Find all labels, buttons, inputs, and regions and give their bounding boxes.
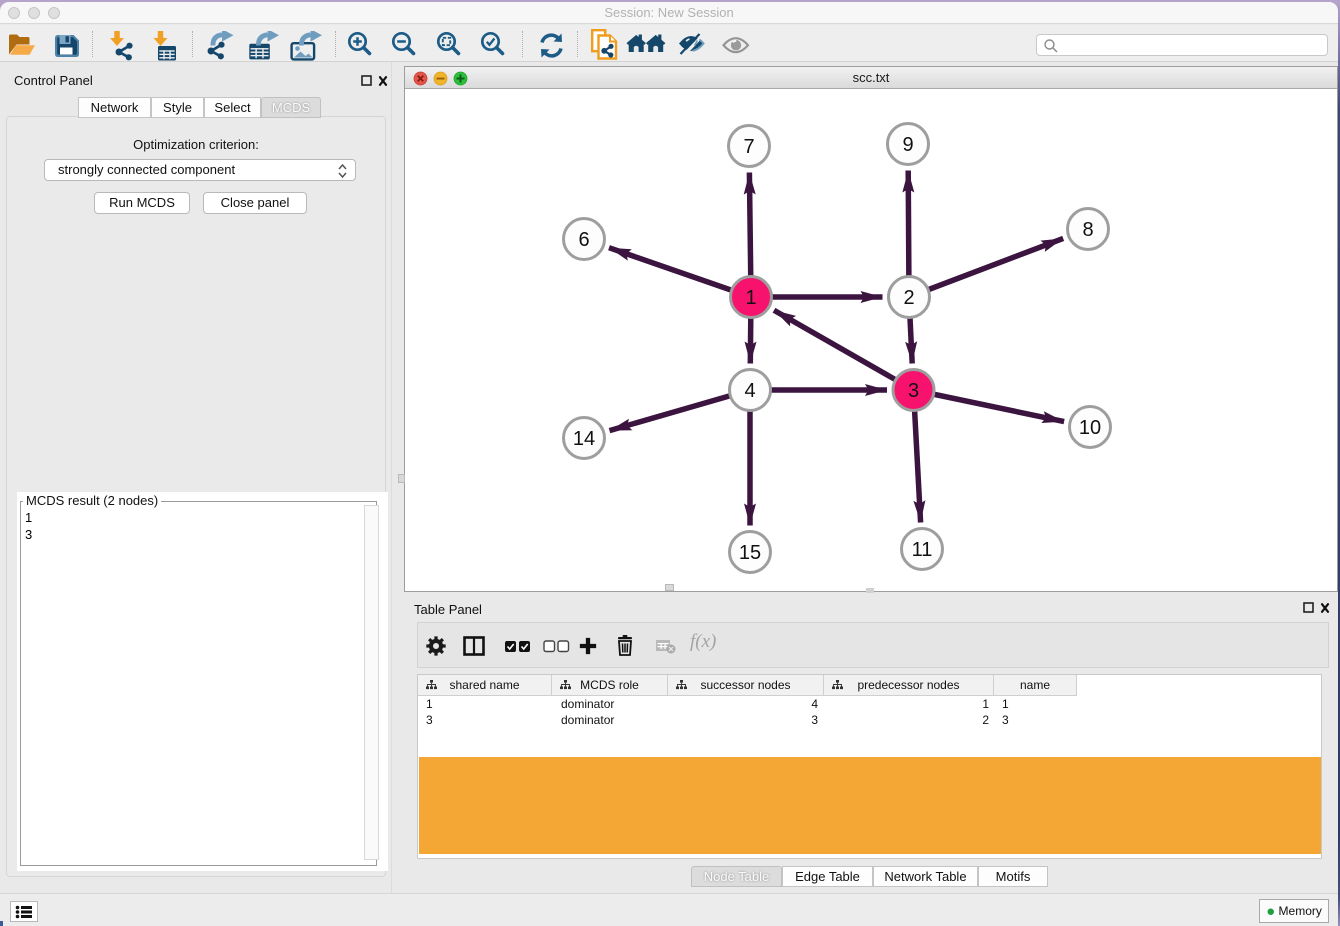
svg-text:11: 11 [912,539,933,561]
svg-text:10: 10 [1079,417,1101,439]
svg-text:2: 2 [903,287,914,309]
svg-text:8: 8 [1082,219,1093,241]
svg-text:6: 6 [578,229,589,251]
svg-text:4: 4 [744,380,755,402]
svg-text:1: 1 [745,287,756,309]
svg-text:14: 14 [573,428,595,450]
svg-text:3: 3 [908,380,919,402]
svg-text:9: 9 [902,134,913,156]
svg-text:7: 7 [743,136,754,158]
svg-text:15: 15 [739,542,761,564]
